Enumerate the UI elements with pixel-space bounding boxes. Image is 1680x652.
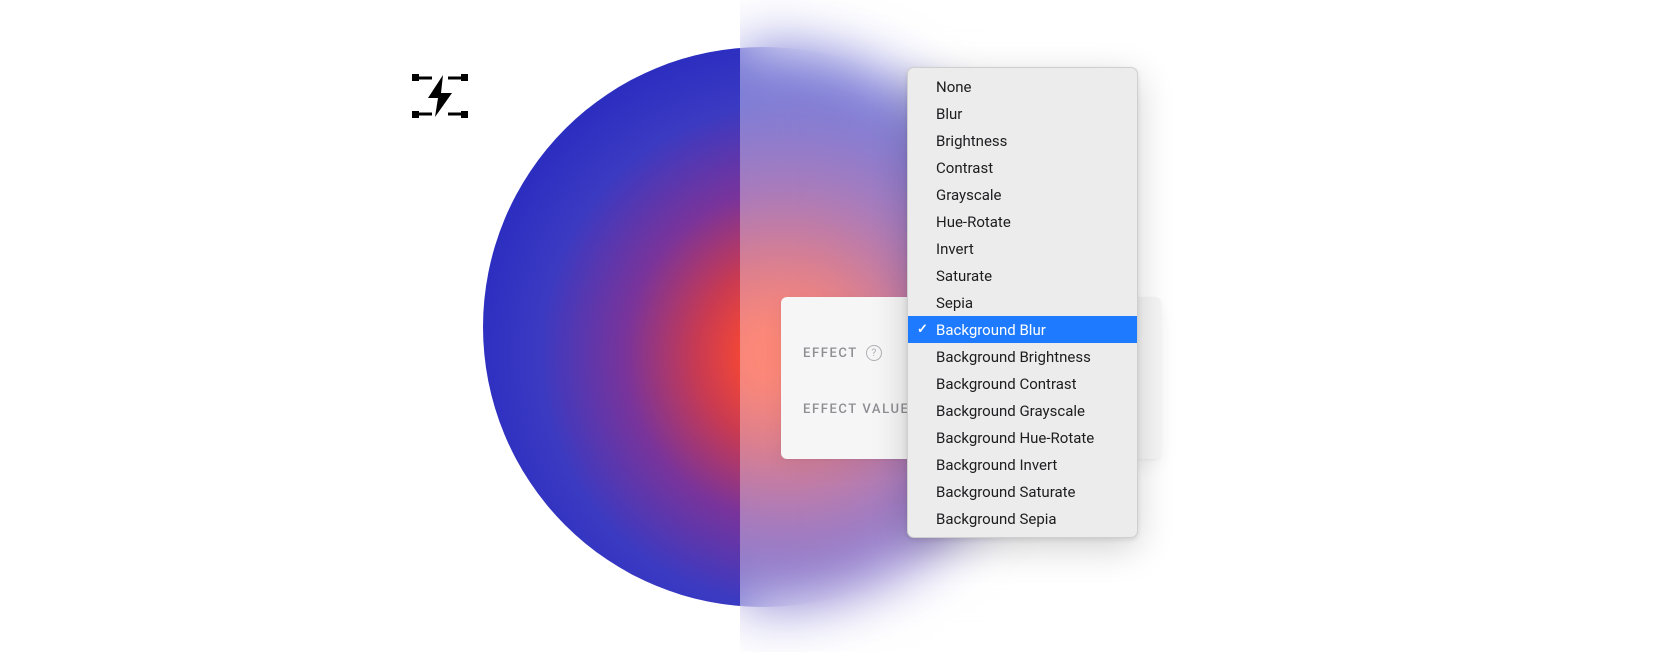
menu-item[interactable]: Saturate [908,262,1137,289]
menu-item[interactable]: Background Contrast [908,370,1137,397]
menu-item[interactable]: Hue-Rotate [908,208,1137,235]
menu-item[interactable]: Background Invert [908,451,1137,478]
menu-item-label: Saturate [936,267,992,285]
menu-item-label: Sepia [936,294,973,312]
menu-item[interactable]: Background Hue-Rotate [908,424,1137,451]
menu-item[interactable]: Blur [908,100,1137,127]
menu-item[interactable]: Invert [908,235,1137,262]
menu-item[interactable]: Background Saturate [908,478,1137,505]
menu-item-label: Grayscale [936,186,1002,204]
menu-item[interactable]: Sepia [908,289,1137,316]
menu-item-label: Background Grayscale [936,402,1085,420]
menu-item[interactable]: Background Grayscale [908,397,1137,424]
effect-value-label: EFFECT VALUE [803,402,910,417]
menu-item[interactable]: Contrast [908,154,1137,181]
menu-item-label: Background Saturate [936,483,1076,501]
menu-item-label: Brightness [936,132,1007,150]
menu-item-label: Blur [936,105,962,123]
menu-item[interactable]: Background Sepia [908,505,1137,532]
menu-item-label: Background Sepia [936,510,1057,528]
check-icon: ✓ [917,322,928,337]
effect-dropdown-menu[interactable]: None Blur Brightness Contrast Grayscale Hue-R… [907,67,1138,538]
menu-item-label: Background Brightness [936,348,1091,366]
menu-item-label: Contrast [936,159,993,177]
menu-item-label: Background Blur [936,321,1046,339]
menu-item[interactable]: None [908,73,1137,100]
menu-item-label: Background Hue-Rotate [936,429,1094,447]
menu-item[interactable]: Brightness [908,127,1137,154]
stage: EFFECT ? EFFECT VALUE None Blur Brightness… [0,0,1680,652]
bolt-frame-logo-icon [410,72,470,120]
menu-item[interactable]: Background Brightness [908,343,1137,370]
menu-item-label: Hue-Rotate [936,213,1011,231]
menu-item-label: Background Contrast [936,375,1077,393]
menu-item[interactable]: Grayscale [908,181,1137,208]
help-icon[interactable]: ? [866,345,882,361]
menu-item-label: None [936,78,972,96]
effect-label: EFFECT [803,346,858,361]
menu-item-label: Background Invert [936,456,1057,474]
menu-item-label: Invert [936,240,974,258]
menu-item[interactable]: ✓ Background Blur [908,316,1137,343]
